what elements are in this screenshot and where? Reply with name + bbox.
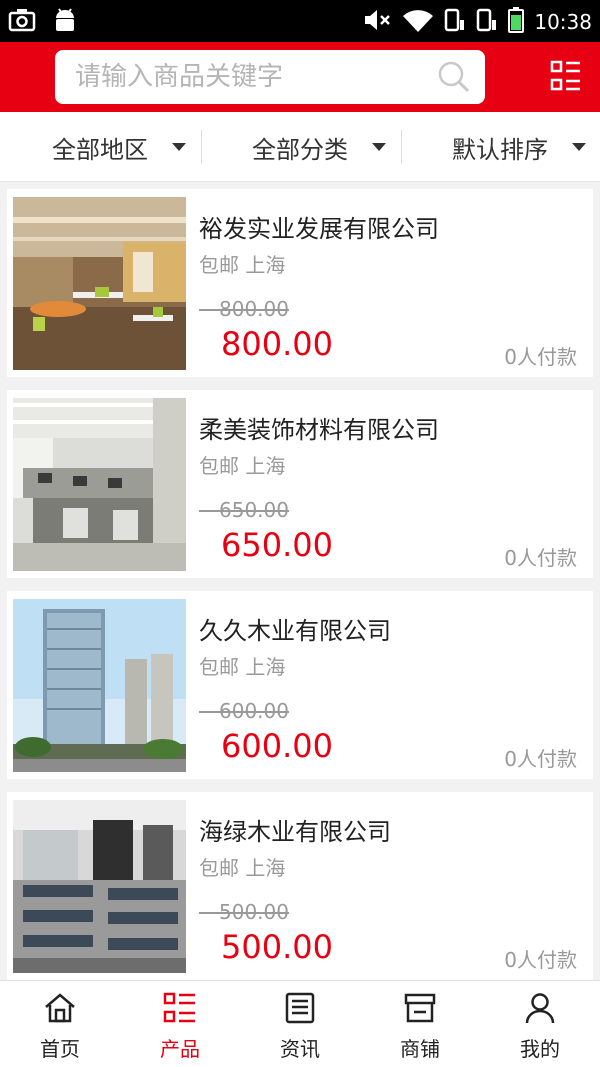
tab-store-label: 商铺	[400, 1037, 440, 1061]
location-label: 上海	[245, 655, 286, 679]
product-image[interactable]	[13, 599, 186, 772]
product-card[interactable]: 久久木业有限公司 包邮 上海 —600.00 600.00 0人付款	[7, 591, 593, 779]
product-price: 600.00	[221, 727, 333, 765]
shipping-label: 包邮	[199, 253, 239, 277]
location-label: 上海	[245, 856, 286, 880]
caret-down-icon	[372, 143, 386, 151]
original-price-value: 500.00	[219, 900, 289, 924]
sim-signal-icon	[444, 6, 466, 38]
status-time: 10:38	[534, 10, 592, 34]
shipping-label: 包邮	[199, 856, 239, 880]
paid-count: 0人付款	[504, 546, 577, 570]
location-label: 上海	[245, 253, 286, 277]
shipping-label: 包邮	[199, 655, 239, 679]
bottom-tab-bar: 首页 产品 资讯 商铺 我的	[0, 980, 600, 1067]
product-image[interactable]	[13, 197, 186, 370]
paid-count: 0人付款	[504, 948, 577, 972]
product-title: 裕发实业发展有限公司	[199, 215, 439, 243]
original-price-value: 800.00	[219, 297, 289, 321]
filter-region[interactable]: 全部地区	[0, 112, 200, 182]
caret-down-icon	[172, 143, 186, 151]
sim-signal-2-icon	[476, 6, 498, 38]
shipping-label: 包邮	[199, 454, 239, 478]
tab-products[interactable]: 产品	[120, 981, 240, 1067]
filter-category-label: 全部分类	[252, 135, 348, 164]
tab-me-label: 我的	[520, 1037, 560, 1061]
home-icon	[42, 991, 78, 1029]
tab-home[interactable]: 首页	[0, 981, 120, 1067]
product-title: 海绿木业有限公司	[199, 818, 391, 846]
tab-home-label: 首页	[40, 1037, 80, 1061]
original-price: —650.00	[199, 498, 289, 522]
product-card[interactable]: 柔美装饰材料有限公司 包邮 上海 —650.00 650.00 0人付款	[7, 390, 593, 578]
product-title: 久久木业有限公司	[199, 617, 391, 645]
tab-me[interactable]: 我的	[480, 981, 600, 1067]
product-meta: 包邮 上海	[199, 450, 285, 479]
user-icon	[522, 991, 558, 1029]
product-card[interactable]: 海绿木业有限公司 包邮 上海 —500.00 500.00 0人付款	[7, 792, 593, 980]
paid-count: 0人付款	[504, 345, 577, 369]
product-meta: 包邮 上海	[199, 249, 285, 278]
product-image[interactable]	[13, 398, 186, 571]
battery-icon	[508, 6, 525, 38]
tab-news[interactable]: 资讯	[240, 981, 360, 1067]
location-label: 上海	[245, 454, 286, 478]
wifi-icon	[402, 6, 434, 38]
search-icon[interactable]	[437, 60, 471, 98]
status-bar: 10:38	[0, 0, 600, 42]
product-list: 裕发实业发展有限公司 包邮 上海 —800.00 800.00 0人付款 柔美装…	[0, 182, 600, 980]
filter-category[interactable]: 全部分类	[200, 112, 400, 182]
screenshot-icon	[8, 6, 36, 38]
original-price: —600.00	[199, 699, 289, 723]
list-icon	[162, 991, 198, 1029]
filter-region-label: 全部地区	[52, 135, 148, 164]
product-price: 800.00	[221, 325, 333, 363]
store-icon	[402, 991, 438, 1029]
product-card[interactable]: 裕发实业发展有限公司 包邮 上海 —800.00 800.00 0人付款	[7, 189, 593, 377]
filter-bar: 全部地区 全部分类 默认排序	[0, 112, 600, 182]
news-icon	[282, 991, 318, 1029]
original-price-value: 600.00	[219, 699, 289, 723]
original-price: —500.00	[199, 900, 289, 924]
product-meta: 包邮 上海	[199, 651, 285, 680]
product-price: 500.00	[221, 928, 333, 966]
filter-sort[interactable]: 默认排序	[400, 112, 600, 182]
original-price: —800.00	[199, 297, 289, 321]
product-price: 650.00	[221, 526, 333, 564]
tab-store[interactable]: 商铺	[360, 981, 480, 1067]
search-input[interactable]: 请输入商品关键字	[55, 50, 485, 104]
product-image[interactable]	[13, 800, 186, 973]
paid-count: 0人付款	[504, 747, 577, 771]
search-placeholder: 请输入商品关键字	[75, 62, 284, 92]
category-menu-icon[interactable]	[550, 59, 582, 97]
tab-products-label: 产品	[160, 1037, 200, 1061]
filter-sort-label: 默认排序	[452, 135, 548, 164]
product-meta: 包邮 上海	[199, 852, 285, 881]
android-icon	[52, 6, 78, 38]
original-price-value: 650.00	[219, 498, 289, 522]
caret-down-icon	[572, 143, 586, 151]
mute-icon	[362, 6, 392, 38]
app-header: 请输入商品关键字	[0, 42, 600, 112]
product-title: 柔美装饰材料有限公司	[199, 416, 439, 444]
tab-news-label: 资讯	[280, 1037, 320, 1061]
